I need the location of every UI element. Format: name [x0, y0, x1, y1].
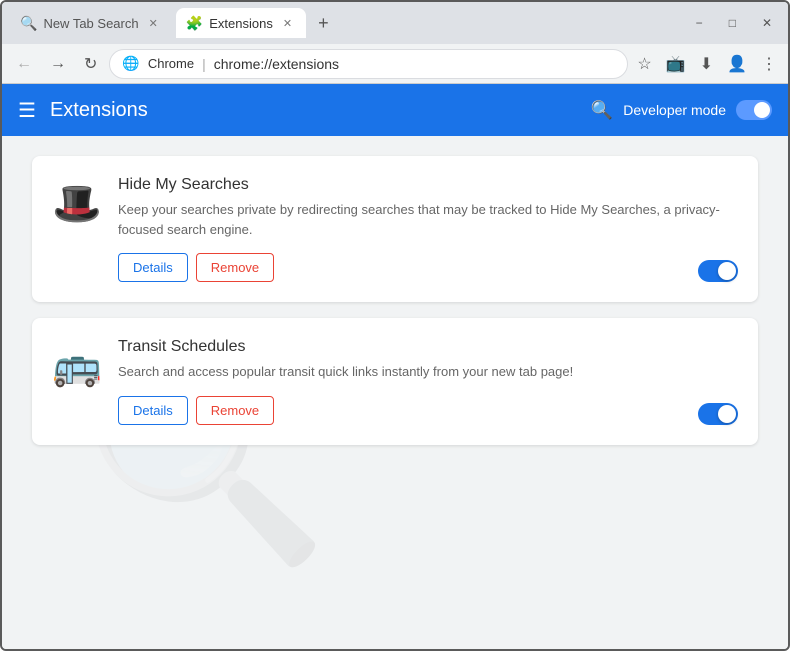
new-tab-button[interactable]: +: [310, 11, 337, 36]
refresh-button[interactable]: ↻: [78, 50, 103, 78]
back-button[interactable]: ←: [10, 51, 38, 77]
tab-extensions-label: Extensions: [209, 16, 273, 31]
separator: |: [202, 56, 206, 72]
maximize-button[interactable]: □: [721, 14, 744, 32]
site-icon: 🌐: [122, 55, 139, 72]
close-button[interactable]: ✕: [754, 14, 780, 32]
toggle-on-1[interactable]: [698, 260, 738, 282]
remove-button-2[interactable]: Remove: [196, 396, 274, 425]
url-text: chrome://extensions: [214, 56, 339, 72]
extension-name-1: Hide My Searches: [118, 176, 738, 194]
tab-extensions-close[interactable]: ✕: [279, 15, 296, 32]
details-button-1[interactable]: Details: [118, 253, 188, 282]
forward-button[interactable]: →: [44, 51, 72, 77]
developer-mode-label: Developer mode: [623, 102, 726, 118]
bookmark-icon[interactable]: ☆: [634, 51, 654, 77]
toggle-on-2[interactable]: [698, 403, 738, 425]
search-icon[interactable]: 🔍: [591, 100, 613, 121]
extensions-content: 🔍 🎩 Hide My Searches Keep your searches …: [2, 136, 788, 649]
tab-new-tab-search-label: New Tab Search: [43, 16, 138, 31]
extension-icon-bus: 🚌: [52, 342, 102, 389]
extensions-header: ☰ Extensions 🔍 Developer mode: [2, 84, 788, 136]
menu-icon[interactable]: ⋮: [758, 51, 780, 77]
cast-icon[interactable]: 📺: [663, 51, 689, 77]
minimize-button[interactable]: −: [688, 14, 711, 32]
extension-toggle-2[interactable]: [698, 403, 738, 425]
extension-icon-hat: 🎩: [52, 180, 102, 227]
hamburger-menu-icon[interactable]: ☰: [18, 98, 36, 123]
tab-new-tab-search-close[interactable]: ✕: [145, 15, 162, 32]
browser-window: 🔍 New Tab Search ✕ 🧩 Extensions ✕ + − □ …: [0, 0, 790, 651]
brand-text: Chrome: [148, 56, 194, 71]
address-input[interactable]: 🌐 Chrome | chrome://extensions: [109, 49, 628, 79]
toggle-thumb-1: [718, 262, 736, 280]
new-tab-search-icon: 🔍: [20, 15, 37, 32]
extensions-title: Extensions: [50, 99, 148, 122]
extension-desc-2: Search and access popular transit quick …: [118, 362, 738, 382]
extension-toggle-1[interactable]: [698, 260, 738, 282]
details-button-2[interactable]: Details: [118, 396, 188, 425]
extensions-tab-icon: 🧩: [186, 15, 203, 32]
remove-button-1[interactable]: Remove: [196, 253, 274, 282]
extension-actions-2: Details Remove: [118, 396, 738, 425]
toggle-thumb: [754, 102, 770, 118]
header-right: 🔍 Developer mode: [591, 100, 772, 121]
window-controls: − □ ✕: [688, 14, 780, 32]
extension-card-hide-my-searches: 🎩 Hide My Searches Keep your searches pr…: [32, 156, 758, 302]
tab-new-tab-search[interactable]: 🔍 New Tab Search ✕: [10, 8, 172, 38]
extension-desc-1: Keep your searches private by redirectin…: [118, 200, 738, 239]
developer-mode-toggle[interactable]: [736, 100, 772, 120]
address-actions: ☆ 📺 ⬇ 👤 ⋮: [634, 51, 780, 77]
toggle-thumb-2: [718, 405, 736, 423]
download-icon[interactable]: ⬇: [697, 51, 716, 77]
extension-info-1: Hide My Searches Keep your searches priv…: [118, 176, 738, 282]
extension-actions-1: Details Remove: [118, 253, 738, 282]
title-bar: 🔍 New Tab Search ✕ 🧩 Extensions ✕ + − □ …: [2, 2, 788, 44]
extension-name-2: Transit Schedules: [118, 338, 738, 356]
address-bar: ← → ↻ 🌐 Chrome | chrome://extensions ☆ 📺…: [2, 44, 788, 84]
extension-card-transit-schedules: 🚌 Transit Schedules Search and access po…: [32, 318, 758, 445]
profile-icon[interactable]: 👤: [724, 51, 750, 77]
tab-extensions[interactable]: 🧩 Extensions ✕: [176, 8, 306, 38]
extension-info-2: Transit Schedules Search and access popu…: [118, 338, 738, 425]
